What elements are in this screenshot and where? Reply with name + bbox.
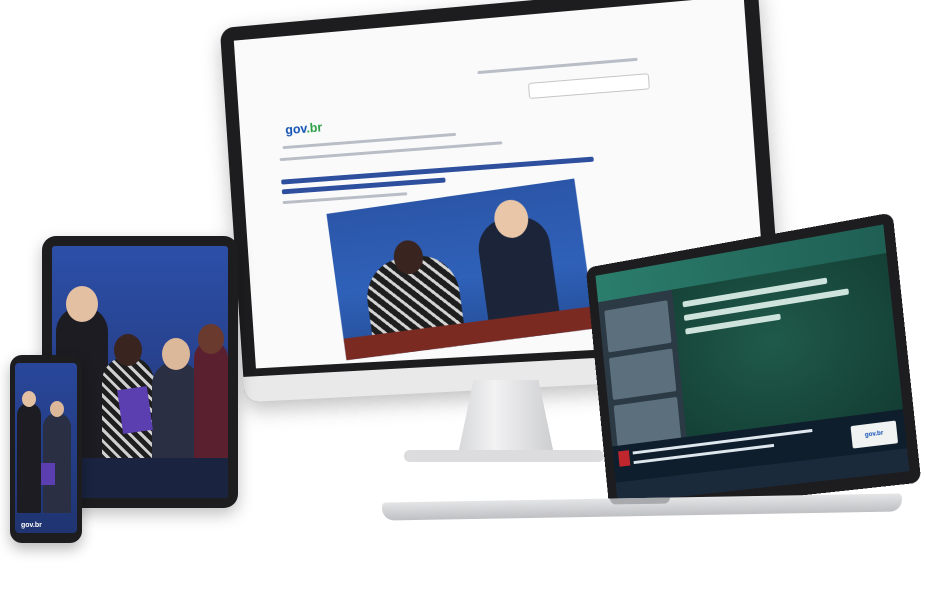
phone-book-cover: [41, 463, 55, 485]
phone-face-2: [50, 401, 64, 417]
gov-logo: gov.br: [285, 120, 323, 138]
laptop-notch: [609, 497, 671, 505]
search-input[interactable]: [527, 73, 650, 99]
tablet-face-1: [66, 286, 98, 322]
laptop-device: gov.br: [585, 212, 922, 517]
video-tile-2[interactable]: [608, 348, 677, 401]
laptop-screen: gov.br: [595, 224, 910, 504]
tablet-face-3: [162, 338, 190, 370]
video-sidebar: [598, 289, 687, 448]
tablet-face-2: [114, 334, 142, 366]
phone-face-1: [22, 391, 36, 407]
tablet-face-4: [198, 324, 224, 354]
header-link-line: [477, 57, 638, 75]
video-tile-1[interactable]: [604, 300, 672, 353]
gov-logo-main: gov: [284, 120, 307, 138]
phone-screen: gov.br: [15, 363, 77, 533]
phone-logo: gov.br: [21, 522, 42, 529]
byline-line: [282, 192, 408, 205]
monitor-stand: [457, 380, 555, 458]
article-photo: [326, 178, 596, 361]
brazil-flag-icon: [618, 450, 631, 467]
phone-device: gov.br: [10, 355, 82, 543]
phone-person-1: [17, 403, 41, 513]
monitor-stand-base: [404, 450, 604, 462]
gov-logo-accent: .br: [305, 119, 323, 136]
lower-third-line-2: [633, 443, 775, 465]
book-cover: [117, 386, 153, 434]
